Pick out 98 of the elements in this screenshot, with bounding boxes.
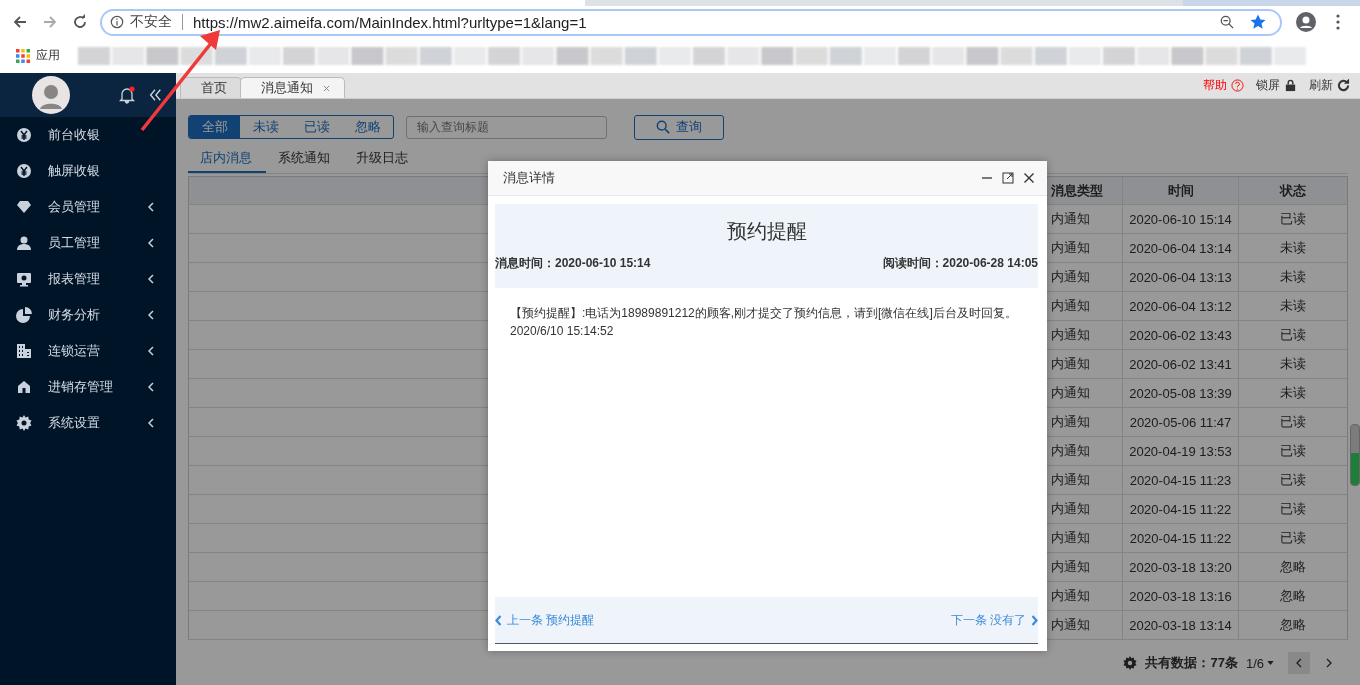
table-cell: 2020-06-04 13:14 [1122, 234, 1238, 262]
person-icon [16, 235, 32, 251]
sidebar-item[interactable]: 触屏收银 [0, 153, 176, 189]
sidebar-item[interactable]: 报表管理 [0, 261, 176, 297]
chevron-left-icon [495, 614, 502, 626]
sidebar-item[interactable]: 进销存管理 [0, 369, 176, 405]
table-cell: 未读 [1238, 379, 1347, 407]
table-cell: 2020-03-18 13:14 [1122, 611, 1238, 639]
search-icon [656, 120, 670, 134]
table-cell: 未读 [1238, 292, 1347, 320]
reload-icon[interactable] [72, 14, 88, 30]
table-cell: 未读 [1238, 234, 1347, 262]
table-cell: 2020-04-19 13:53 [1122, 437, 1238, 465]
table-cell: 2020-04-15 11:22 [1122, 495, 1238, 523]
column-header: 时间 [1122, 177, 1238, 204]
collapse-icon[interactable] [148, 87, 162, 103]
table-cell: 忽略 [1238, 582, 1347, 610]
table-cell: 2020-06-04 13:13 [1122, 263, 1238, 291]
dialog-title: 消息详情 [503, 169, 555, 187]
yen-coin-icon [16, 163, 32, 179]
message-title: 预约提醒 [725, 219, 808, 244]
table-cell: 忽略 [1238, 553, 1347, 581]
bell-icon[interactable] [118, 86, 136, 104]
pie-chart-icon [16, 307, 32, 323]
table-cell: 2020-03-18 13:20 [1122, 553, 1238, 581]
sidebar-item[interactable]: 前台收银 [0, 117, 176, 153]
help-icon [1231, 79, 1244, 92]
chevron-left-icon [1296, 658, 1302, 668]
apps-icon[interactable] [16, 48, 30, 63]
search-field[interactable]: 输入查询标题 [406, 115, 607, 139]
toolbar-button[interactable]: 锁屏 [1256, 77, 1297, 94]
table-cell: 2020-03-18 13:16 [1122, 582, 1238, 610]
column-header: 状态 [1238, 177, 1347, 204]
url-text: https://mw2.aimeifa.com/MainIndex.html?urltype=1&lang=1 [193, 13, 587, 31]
sidebar-item[interactable]: 会员管理 [0, 189, 176, 225]
table-cell: 已读 [1238, 205, 1347, 233]
page-select[interactable]: 1/6 [1245, 655, 1274, 671]
filter-button[interactable]: 忽略 [342, 116, 393, 138]
table-cell: 未读 [1238, 263, 1347, 291]
table-cell: 已读 [1238, 408, 1347, 436]
table-cell: 已读 [1238, 437, 1347, 465]
message-date: 2020/6/10 15:14:52 [510, 323, 615, 340]
filter-button[interactable]: 已读 [291, 116, 342, 138]
account-icon[interactable] [1296, 12, 1316, 32]
building-icon [16, 343, 32, 359]
caret-icon [1267, 661, 1274, 665]
sidebar-item[interactable]: 员工管理 [0, 225, 176, 261]
house-icon [16, 379, 32, 395]
tab[interactable]: 消息通知 [240, 77, 345, 98]
back-icon[interactable] [12, 14, 28, 30]
table-cell: 已读 [1238, 466, 1347, 494]
read-time: 阅读时间：2020-06-28 14:05 [882, 255, 1038, 272]
more-icon[interactable] [1336, 14, 1340, 30]
previous-message-link[interactable]: 上一条 预约提醒 [495, 611, 595, 629]
toolbar-button[interactable]: 刷新 [1309, 77, 1350, 94]
search-button[interactable]: 查询 [634, 114, 724, 140]
sidebar-item[interactable]: 系统设置 [0, 405, 176, 441]
address-bar[interactable]: 不安全 https://mw2.aimeifa.com/MainIndex.html?urltype=1&lang=1 [100, 8, 1282, 36]
sub-tab[interactable]: 店内消息 [188, 149, 266, 173]
security-label: 不安全 [130, 13, 172, 31]
table-cell: 2020-04-15 11:22 [1122, 524, 1238, 552]
filter-button[interactable]: 全部 [189, 116, 240, 138]
tab[interactable]: 首页 [180, 77, 242, 98]
message-body: 【预约提醒】:电话为18989891212的顾客,刚才提交了预约信息，请到[微信在线]后台及时回复。 [510, 305, 1018, 322]
yen-coin-icon [16, 127, 32, 143]
chevron-right-icon [1326, 658, 1332, 668]
table-cell: 2020-06-02 13:43 [1122, 321, 1238, 349]
chevron-right-icon [1031, 614, 1038, 626]
table-cell: 2020-04-15 11:23 [1122, 466, 1238, 494]
table-cell: 已读 [1238, 495, 1347, 523]
table-cell: 2020-06-02 13:41 [1122, 350, 1238, 378]
sidebar-item[interactable]: 财务分析 [0, 297, 176, 333]
total-count: 共有数据：77条 [1145, 654, 1238, 672]
table-cell: 忽略 [1238, 611, 1347, 639]
sub-tab[interactable]: 系统通知 [266, 149, 344, 171]
scrollbar[interactable] [1350, 424, 1360, 486]
table-cell: 2020-06-04 13:12 [1122, 292, 1238, 320]
table-cell: 已读 [1238, 524, 1347, 552]
settings-icon [16, 415, 32, 431]
close-icon[interactable] [1023, 172, 1035, 184]
filter-button[interactable]: 未读 [240, 116, 291, 138]
sidebar-item[interactable]: 连锁运营 [0, 333, 176, 369]
avatar[interactable] [32, 76, 70, 114]
zoom-out-icon[interactable] [1220, 15, 1234, 29]
monitor-icon [16, 271, 32, 287]
table-cell: 2020-06-10 15:14 [1122, 205, 1238, 233]
bookmark-item[interactable]: 应用 [36, 47, 60, 64]
maximize-icon[interactable] [1002, 172, 1014, 184]
sub-tab[interactable]: 升级日志 [344, 149, 422, 171]
table-cell: 未读 [1238, 350, 1347, 378]
table-cell: 2020-05-08 13:39 [1122, 379, 1238, 407]
table-cell: 已读 [1238, 321, 1347, 349]
settings-icon[interactable] [1123, 656, 1138, 670]
table-cell: 2020-05-06 11:47 [1122, 408, 1238, 436]
diamond-icon [16, 199, 32, 215]
sent-time: 消息时间：2020-06-10 15:14 [495, 255, 651, 272]
star-icon[interactable] [1250, 14, 1266, 30]
info-icon[interactable] [110, 15, 124, 29]
